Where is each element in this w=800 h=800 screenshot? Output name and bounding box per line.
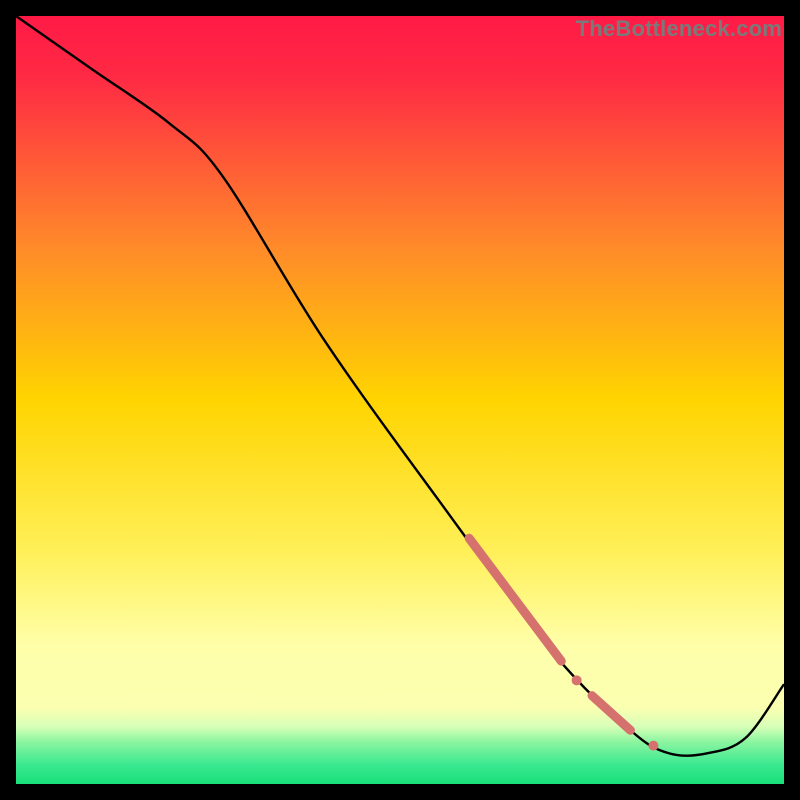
marker-dot-1 <box>572 675 582 685</box>
marker-dot-2 <box>648 741 658 751</box>
chart-plot <box>16 16 784 784</box>
gradient-background <box>16 16 784 784</box>
chart-frame: TheBottleneck.com <box>16 16 784 784</box>
watermark-text: TheBottleneck.com <box>576 16 782 42</box>
